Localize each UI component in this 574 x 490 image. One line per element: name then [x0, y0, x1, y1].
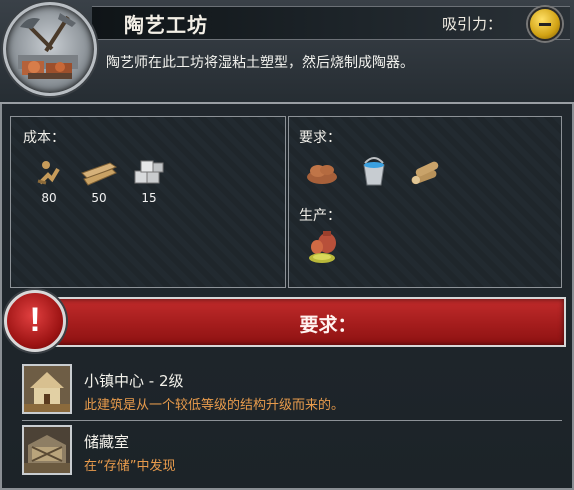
- prereq-name: 储藏室: [84, 433, 130, 451]
- cost-item-labor: 80: [29, 157, 69, 205]
- building-description: 陶艺师在此工坊将湿粘土塑型，然后烧制成陶器。: [106, 55, 414, 71]
- cost-amount-labor: 80: [41, 191, 57, 205]
- prereq-note: 在“存储”中发现: [84, 459, 176, 474]
- building-portrait: [3, 2, 97, 96]
- stone-blocks-icon: [134, 160, 164, 184]
- wood-planks-icon: [81, 162, 118, 186]
- town-center-icon: [22, 364, 72, 414]
- minus-icon: [539, 23, 551, 26]
- water-bucket-icon: [363, 157, 385, 186]
- banner-label: 要求：: [299, 314, 357, 336]
- attraction-toggle-button[interactable]: [528, 7, 562, 41]
- clay-icon: [307, 165, 337, 184]
- exclamation-mark: !: [29, 301, 41, 339]
- panel-header: 陶艺工坊 吸引力： 陶艺师在此工坊将湿粘土塑型，然后烧制成陶器。: [0, 0, 574, 104]
- cost-label: 成本：: [23, 130, 65, 146]
- labor-icon: [37, 161, 60, 185]
- prereq-name: 小镇中心 - 2级: [84, 372, 184, 390]
- prereq-item: 储藏室 在“存储”中发现: [22, 425, 562, 479]
- attraction-label: 吸引力：: [442, 15, 503, 33]
- requirements-label: 要求：: [299, 130, 341, 146]
- cost-section: 成本： 80 50 15: [10, 116, 286, 288]
- pottery-icon: [309, 231, 336, 263]
- cost-item-wood: 50: [79, 157, 119, 205]
- building-title: 陶艺工坊: [124, 13, 208, 37]
- cost-amount-wood: 50: [91, 191, 107, 205]
- production-label: 生产：: [299, 208, 341, 224]
- requirements-banner: 要求：: [52, 297, 566, 347]
- firewood-icon: [411, 161, 439, 185]
- pottery-workshop-icon: [18, 13, 78, 79]
- cost-item-stone: 15: [129, 157, 169, 205]
- prereq-item: 小镇中心 - 2级 此建筑是从一个较低等级的结构升级而来的。: [22, 364, 562, 418]
- alert-icon: !: [4, 290, 66, 352]
- cost-amount-stone: 15: [141, 191, 157, 205]
- prereq-note: 此建筑是从一个较低等级的结构升级而来的。: [84, 398, 345, 413]
- storehouse-icon: [22, 425, 72, 475]
- list-divider: [22, 420, 562, 421]
- requirements-section: 要求： 生产：: [288, 116, 562, 288]
